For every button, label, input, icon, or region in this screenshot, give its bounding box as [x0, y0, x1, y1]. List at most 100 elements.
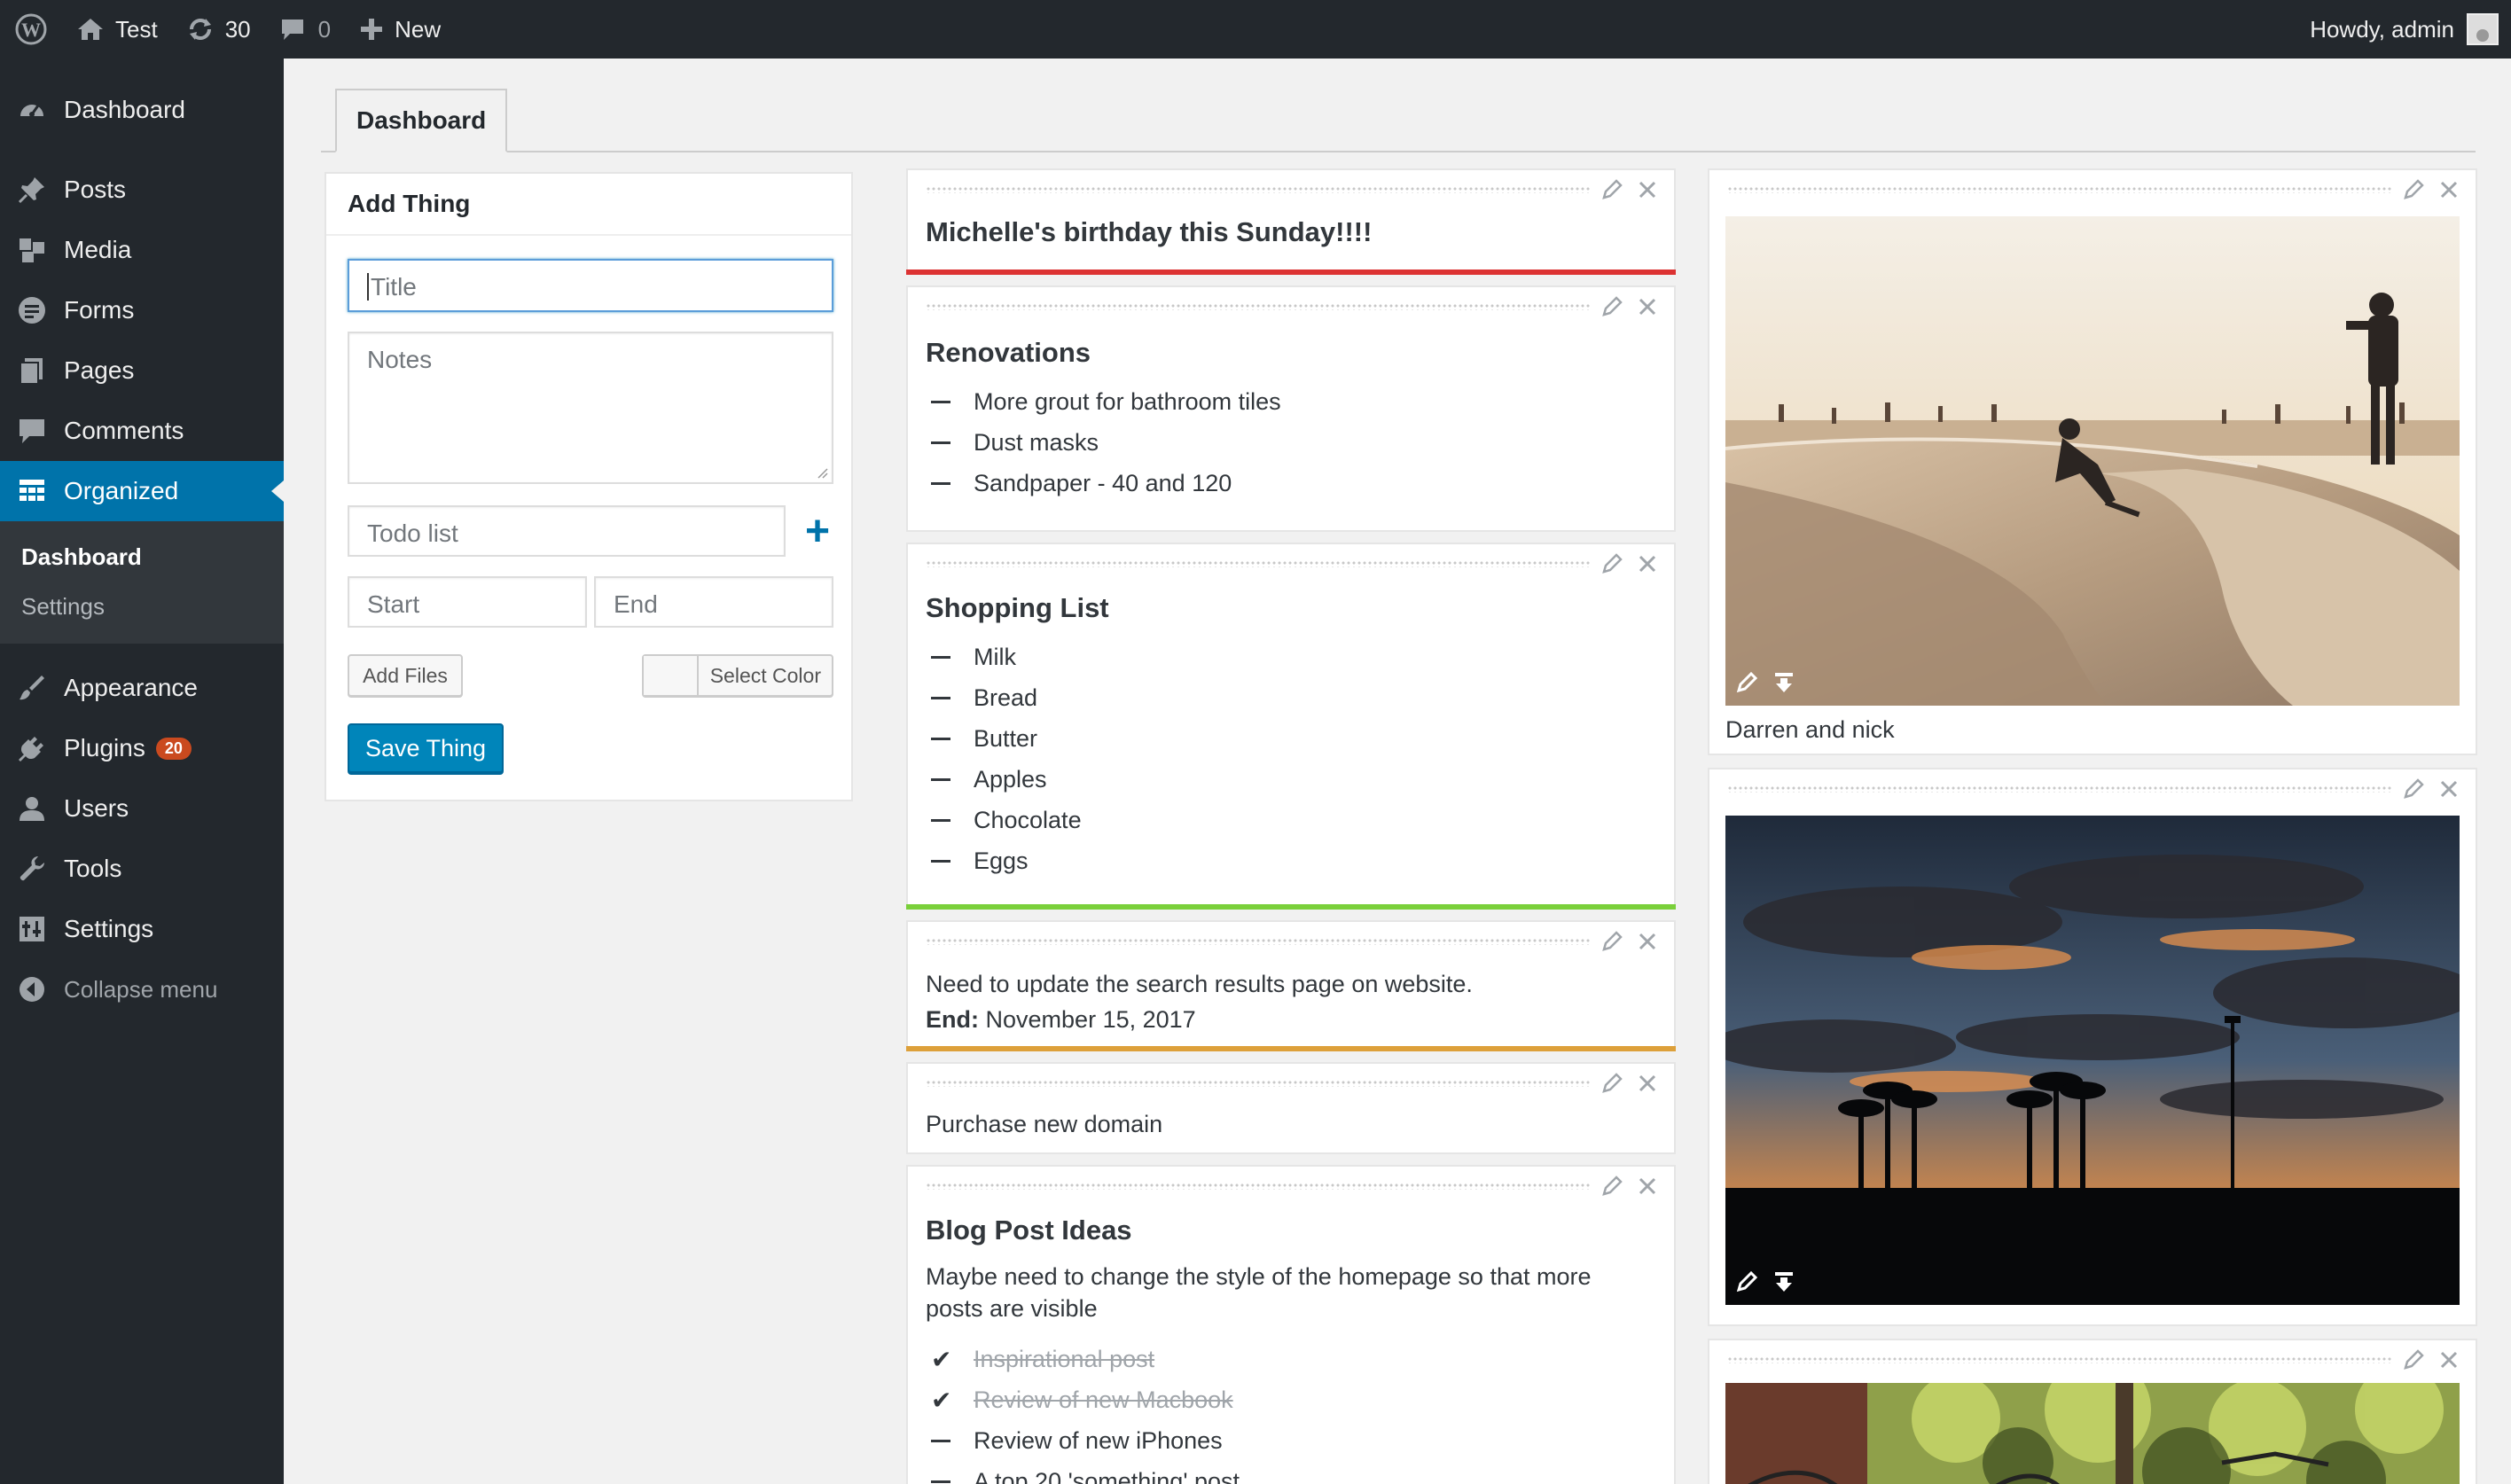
menu-organized[interactable]: Organized [0, 461, 284, 521]
close-icon[interactable] [1637, 931, 1658, 952]
todo-list: More grout for bathroom tiles Dust masks… [931, 381, 1281, 504]
menu-users[interactable]: Users [0, 778, 284, 839]
close-icon[interactable] [1637, 553, 1658, 574]
close-icon[interactable] [2438, 778, 2460, 800]
note-card-domain[interactable]: Purchase new domain [906, 1062, 1676, 1154]
edit-pencil-icon[interactable] [1600, 929, 1624, 954]
refresh-icon [189, 19, 211, 40]
menu-forms[interactable]: Forms [0, 280, 284, 340]
title-placeholder: Title [367, 273, 417, 301]
start-date-input[interactable]: Start [348, 576, 587, 628]
submenu-dashboard[interactable]: Dashboard [0, 532, 284, 582]
end-date-input[interactable]: End [594, 576, 833, 628]
menu-posts[interactable]: Posts [0, 160, 284, 220]
submenu-settings[interactable]: Settings [0, 582, 284, 631]
close-icon[interactable] [1637, 179, 1658, 200]
wordpress-logo-icon[interactable]: W [0, 0, 62, 59]
checkmark-icon: ✔ [931, 1345, 952, 1373]
collapse-menu-button[interactable]: Collapse menu [0, 959, 284, 1019]
tab-dashboard[interactable]: Dashboard [335, 89, 508, 152]
menu-settings[interactable]: Settings [0, 899, 284, 959]
note-title: Shopping List [926, 592, 1109, 623]
download-icon[interactable] [1772, 670, 1796, 695]
end-placeholder: End [614, 590, 658, 618]
note-text: Need to update the search results page o… [926, 971, 1473, 997]
my-account[interactable]: Howdy, admin [2310, 0, 2499, 59]
list-item[interactable]: A top 20 'something' post [931, 1461, 1240, 1484]
select-color-button[interactable]: Select Color [642, 654, 833, 697]
list-item-done[interactable]: ✔ Inspirational post [931, 1339, 1240, 1379]
menu-label: Users [64, 794, 129, 822]
download-icon[interactable] [1772, 1269, 1796, 1294]
edit-pencil-icon[interactable] [1600, 1071, 1624, 1096]
menu-appearance[interactable]: Appearance [0, 658, 284, 718]
menu-comments[interactable]: Comments [0, 401, 284, 461]
todo-list-input[interactable]: Todo list [348, 505, 786, 557]
add-files-button[interactable]: Add Files [348, 654, 463, 697]
plugins-update-badge: 20 [155, 737, 192, 760]
menu-tools[interactable]: Tools [0, 839, 284, 899]
photo-card-sunset[interactable] [1708, 768, 2477, 1326]
menu-media[interactable]: Media [0, 220, 284, 280]
edit-pencil-icon[interactable] [2401, 1347, 2426, 1372]
drag-handle[interactable] [1727, 186, 2392, 193]
menu-label: Posts [64, 176, 127, 203]
notes-textarea[interactable]: Notes [348, 332, 833, 484]
drag-handle[interactable] [926, 1080, 1591, 1087]
edit-pencil-icon[interactable] [1600, 1174, 1624, 1199]
close-icon[interactable] [1637, 1175, 1658, 1197]
updates-link[interactable]: 30 [172, 0, 265, 59]
menu-dashboard[interactable]: Dashboard [0, 80, 284, 140]
menu-label: Dashboard [64, 96, 185, 123]
edit-photo-icon[interactable] [1734, 670, 1759, 695]
photo-card-bikes[interactable] [1708, 1339, 2477, 1484]
note-card-shopping[interactable]: Shopping List Milk Bread Butter Apples C… [906, 543, 1676, 910]
grid-icon [16, 475, 48, 507]
add-todo-plus-icon[interactable]: + [805, 511, 830, 553]
close-icon[interactable] [2438, 1349, 2460, 1371]
close-icon[interactable] [1637, 1073, 1658, 1094]
edit-pencil-icon[interactable] [1600, 551, 1624, 576]
photo-card-skatepark[interactable]: Darren and nick [1708, 168, 2477, 755]
list-item[interactable]: Review of new iPhones [931, 1420, 1240, 1461]
close-icon[interactable] [2438, 179, 2460, 200]
drag-handle[interactable] [926, 938, 1591, 945]
add-thing-title: Add Thing [326, 174, 851, 236]
edit-pencil-icon[interactable] [2401, 177, 2426, 202]
home-icon [78, 19, 103, 40]
list-item-done[interactable]: ✔ Review of new Macbook [931, 1379, 1240, 1420]
edit-pencil-icon[interactable] [1600, 177, 1624, 202]
list-item: Dust masks [931, 422, 1281, 463]
edit-pencil-icon[interactable] [2401, 777, 2426, 801]
note-card-blog[interactable]: Blog Post Ideas Maybe need to change the… [906, 1165, 1676, 1484]
plus-icon [361, 19, 383, 40]
comments-link[interactable]: 0 [265, 0, 345, 59]
list-item: Milk [931, 637, 1082, 677]
note-card-renovations[interactable]: Renovations More grout for bathroom tile… [906, 285, 1676, 532]
drag-handle[interactable] [1727, 785, 2392, 793]
site-name-link[interactable]: Test [62, 0, 172, 59]
note-title: Michelle's birthday this Sunday!!!! [926, 216, 1373, 247]
menu-plugins[interactable]: Plugins 20 [0, 718, 284, 778]
notes-placeholder: Notes [367, 346, 433, 373]
photo-tools [1734, 1269, 1796, 1294]
color-bar-green [906, 904, 1676, 910]
menu-label: Appearance [64, 674, 199, 701]
sunset-photo [1725, 816, 2460, 1305]
drag-handle[interactable] [926, 303, 1591, 310]
edit-pencil-icon[interactable] [1600, 294, 1624, 319]
admin-bar: W Test 30 0 New Howdy, admin [0, 0, 2511, 59]
drag-handle[interactable] [926, 186, 1591, 193]
note-card-birthday[interactable]: Michelle's birthday this Sunday!!!! [906, 168, 1676, 275]
organized-submenu: Dashboard Settings [0, 521, 284, 644]
drag-handle[interactable] [926, 1183, 1591, 1190]
drag-handle[interactable] [926, 560, 1591, 567]
edit-photo-icon[interactable] [1734, 1269, 1759, 1294]
save-thing-button[interactable]: Save Thing [348, 723, 504, 773]
title-input[interactable]: Title [348, 259, 833, 312]
drag-handle[interactable] [1727, 1356, 2392, 1363]
note-card-website[interactable]: Need to update the search results page o… [906, 920, 1676, 1051]
new-content-link[interactable]: New [345, 0, 455, 59]
close-icon[interactable] [1637, 296, 1658, 317]
menu-pages[interactable]: Pages [0, 340, 284, 401]
